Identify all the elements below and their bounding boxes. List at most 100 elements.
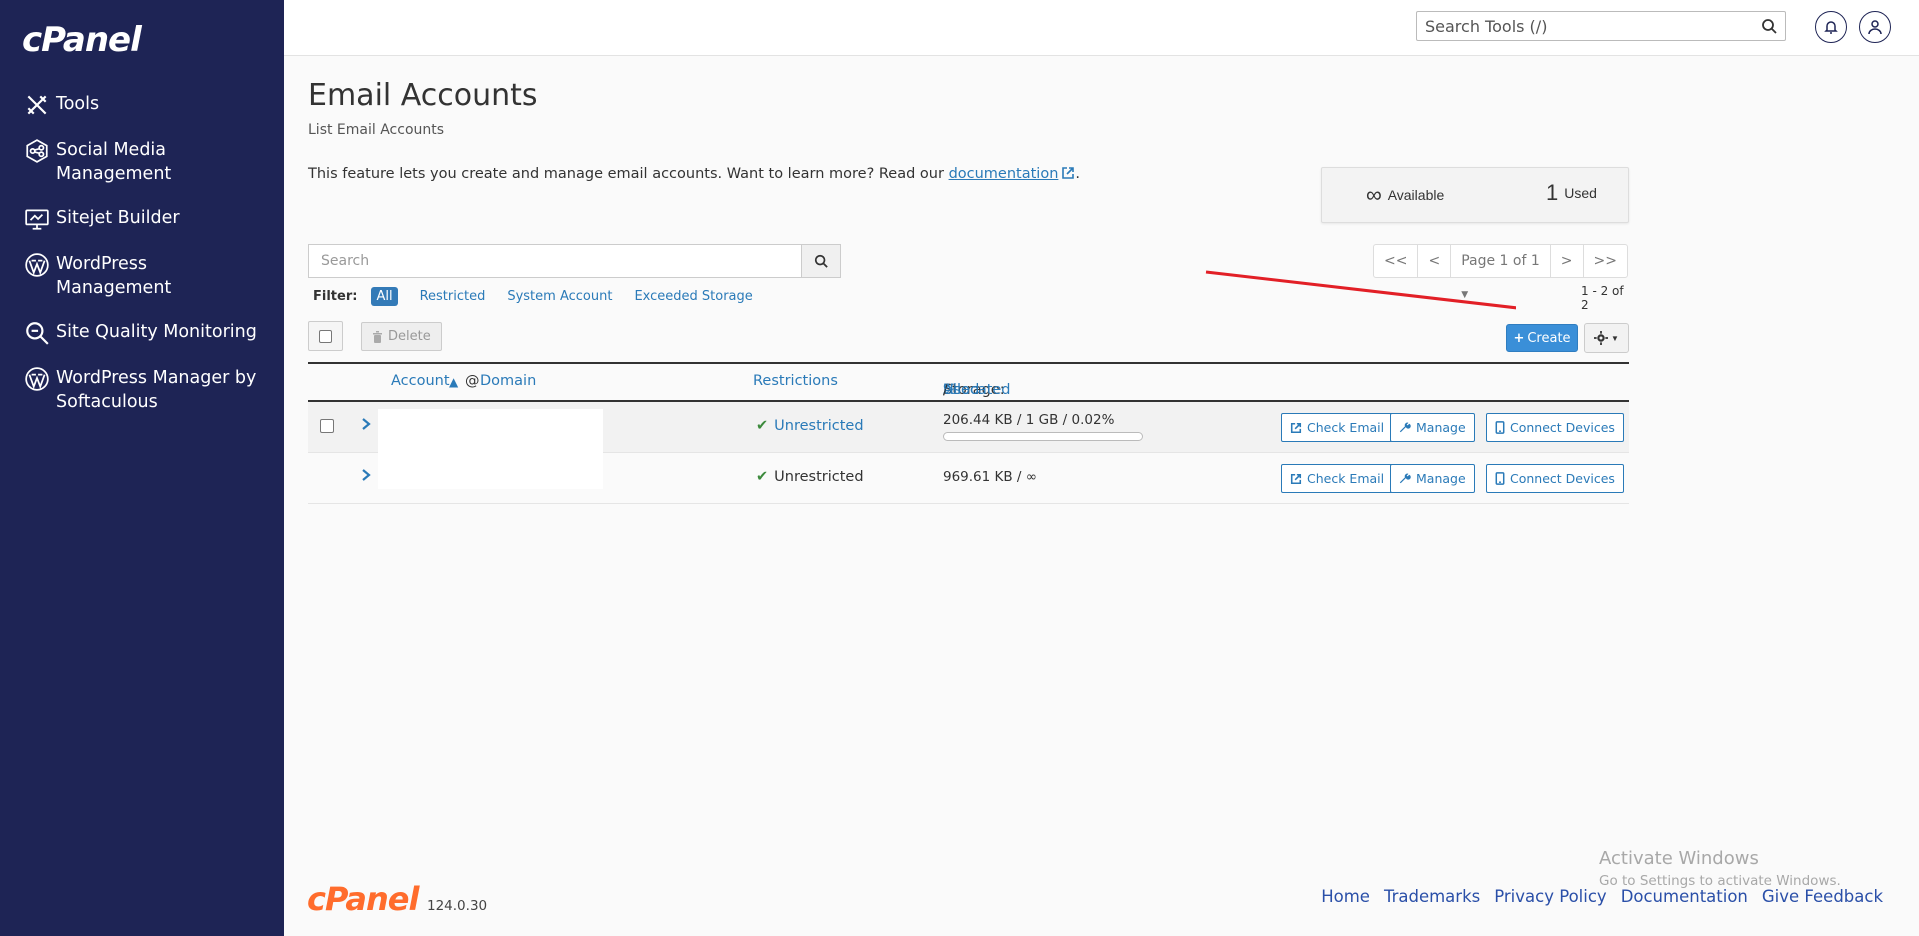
external-link-icon: [1290, 422, 1302, 433]
gear-icon: [1594, 331, 1609, 345]
column-at: @: [465, 373, 480, 389]
last-page-button[interactable]: >>: [1584, 245, 1627, 277]
user-icon: [1868, 20, 1882, 35]
redacted-account-area: [378, 409, 603, 489]
storage-bar: [943, 432, 1143, 441]
chevron-right-icon[interactable]: [360, 467, 372, 483]
sidebar-item-label: Sitejet Builder: [56, 208, 180, 228]
account-search-input[interactable]: [308, 244, 801, 278]
sidebar-item-site-quality[interactable]: Site Quality Monitoring: [0, 314, 284, 352]
bell-icon: [1824, 21, 1838, 34]
table-header: Account ▲ @ Domain Restrictions Storage:…: [308, 362, 1629, 402]
sidebar: cPanel Tools Social Media Management Sit…: [0, 0, 284, 936]
mobile-icon: [1495, 472, 1505, 485]
footer-cpanel-logo[interactable]: cPanel: [307, 880, 419, 918]
available-stat: ∞ Available: [1366, 182, 1444, 208]
footer-link-home[interactable]: Home: [1321, 887, 1370, 906]
available-label: Available: [1387, 187, 1445, 203]
sidebar-item-wordpress[interactable]: WordPress Management: [0, 246, 284, 306]
page-select-label: Page 1 of 1: [1461, 253, 1540, 269]
connect-devices-label: Connect Devices: [1510, 471, 1615, 486]
caret-down-icon: ▼: [1611, 333, 1619, 343]
magnifier-icon: [26, 322, 49, 345]
manage-button[interactable]: Manage: [1390, 464, 1475, 493]
user-menu-button[interactable]: [1859, 11, 1891, 43]
watermark-line1: Activate Windows: [1599, 848, 1759, 869]
wordpress-icon: [25, 253, 49, 277]
restriction-label: Unrestricted: [774, 418, 864, 434]
wordpress-icon: [25, 367, 49, 391]
top-bar: [284, 0, 1919, 56]
column-restrictions[interactable]: Restrictions: [753, 373, 838, 389]
storage-value: 206.44 KB / 1 GB / 0.02%: [943, 412, 1115, 428]
search-icon[interactable]: [1761, 18, 1777, 34]
column-domain[interactable]: Domain: [480, 373, 536, 389]
footer-links: Home Trademarks Privacy Policy Documenta…: [1307, 887, 1883, 906]
create-label: Create: [1527, 330, 1571, 346]
filter-bar: Filter: All Restricted System Account Ex…: [313, 287, 775, 306]
restriction-status: ✔ Unrestricted: [756, 469, 864, 485]
tools-icon: [27, 95, 47, 115]
check-email-button[interactable]: Check Email: [1281, 413, 1394, 442]
cpanel-logo[interactable]: cPanel: [22, 20, 142, 60]
page-title: Email Accounts: [308, 78, 538, 113]
footer-link-feedback[interactable]: Give Feedback: [1762, 887, 1883, 906]
filter-label: Filter:: [313, 289, 358, 304]
check-email-label: Check Email: [1307, 471, 1385, 486]
account-search-button[interactable]: [801, 244, 841, 278]
select-all-checkbox-wrap[interactable]: [308, 321, 343, 351]
external-link-icon: [1290, 473, 1302, 484]
sidebar-item-label: WordPress Management: [56, 254, 172, 298]
footer-link-trademarks[interactable]: Trademarks: [1384, 887, 1480, 906]
sidebar-item-sitejet[interactable]: Sitejet Builder: [0, 200, 284, 238]
next-page-button[interactable]: >: [1551, 245, 1584, 277]
trash-icon: [373, 330, 382, 343]
select-all-checkbox[interactable]: [319, 329, 332, 343]
sidebar-item-label: Tools: [56, 94, 100, 114]
create-button[interactable]: + Create: [1506, 324, 1578, 352]
connect-devices-button[interactable]: Connect Devices: [1486, 464, 1624, 493]
intro-sentence: This feature lets you create and manage …: [308, 166, 949, 182]
search-icon: [814, 254, 828, 268]
used-label: Used: [1564, 185, 1597, 201]
sitejet-icon: [25, 209, 49, 230]
tool-search-input[interactable]: [1417, 12, 1747, 40]
check-icon: ✔: [756, 469, 769, 485]
column-account[interactable]: Account: [391, 373, 450, 389]
account-search: [308, 244, 841, 278]
check-email-button[interactable]: Check Email: [1281, 464, 1394, 493]
footer-link-privacy[interactable]: Privacy Policy: [1494, 887, 1606, 906]
intro-end: .: [1075, 166, 1080, 182]
social-media-icon: [26, 139, 48, 163]
filter-restricted[interactable]: Restricted: [420, 289, 486, 304]
sidebar-item-tools[interactable]: Tools: [0, 86, 284, 124]
column-percent[interactable]: %: [943, 382, 957, 398]
connect-devices-label: Connect Devices: [1510, 420, 1615, 435]
footer-link-documentation[interactable]: Documentation: [1621, 887, 1748, 906]
documentation-link[interactable]: documentation: [949, 166, 1059, 182]
filter-exceeded-storage[interactable]: Exceeded Storage: [634, 289, 752, 304]
row-checkbox[interactable]: [320, 419, 334, 433]
annotation-arrow: [1205, 270, 1516, 310]
settings-dropdown-button[interactable]: ▼: [1584, 323, 1629, 353]
filter-system-account[interactable]: System Account: [507, 289, 612, 304]
restriction-status[interactable]: ✔ Unrestricted: [756, 418, 864, 434]
sidebar-item-softaculous[interactable]: WordPress Manager by Softaculous: [0, 360, 284, 420]
sidebar-item-social-media[interactable]: Social Media Management: [0, 132, 284, 192]
filter-all[interactable]: All: [371, 287, 398, 306]
check-email-label: Check Email: [1307, 420, 1385, 435]
used-stat: 1 Used: [1546, 180, 1597, 206]
manage-label: Manage: [1416, 420, 1466, 435]
delete-button[interactable]: Delete: [361, 322, 442, 351]
manage-button[interactable]: Manage: [1390, 413, 1475, 442]
chevron-right-icon[interactable]: [360, 416, 372, 432]
external-link-icon: [1062, 167, 1075, 179]
manage-label: Manage: [1416, 471, 1466, 486]
connect-devices-button[interactable]: Connect Devices: [1486, 413, 1624, 442]
sidebar-nav: Tools Social Media Management Sitejet Bu…: [0, 86, 284, 428]
used-value: 1: [1546, 180, 1559, 205]
result-count: 1 - 2 of 2: [1581, 284, 1624, 312]
wrench-icon: [1399, 422, 1411, 432]
notifications-button[interactable]: [1815, 11, 1847, 43]
delete-label: Delete: [388, 329, 431, 344]
